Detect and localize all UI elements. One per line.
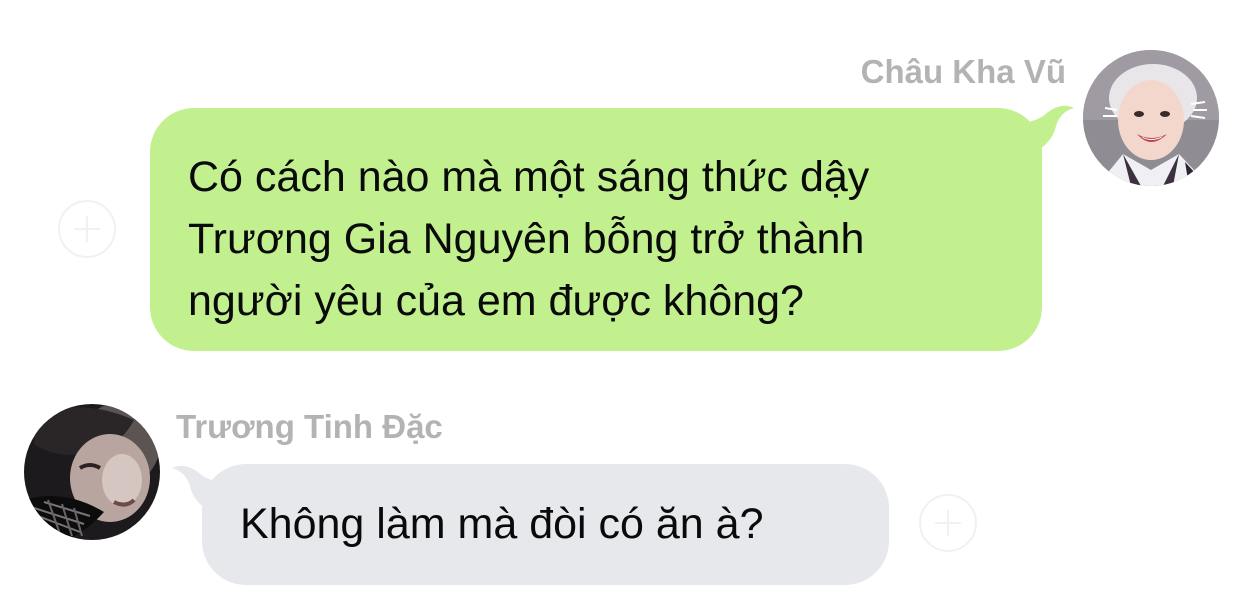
message-line: Không làm mà đòi có ăn à? bbox=[240, 500, 764, 548]
message-line: Trương Gia Nguyên bỗng trở thành bbox=[188, 215, 865, 263]
sender-name-outgoing: Châu Kha Vũ bbox=[860, 53, 1066, 90]
bubble-tail-outgoing bbox=[1004, 105, 1074, 158]
profile-photo-dark-portrait-icon bbox=[24, 404, 160, 540]
add-reaction-button-outgoing[interactable] bbox=[58, 200, 116, 258]
profile-photo-smiling-person-icon bbox=[1083, 50, 1219, 186]
message-line: người yêu của em được không? bbox=[188, 277, 804, 325]
add-reaction-button-incoming[interactable] bbox=[919, 494, 977, 552]
message-line: Có cách nào mà một sáng thức dậy bbox=[188, 153, 870, 201]
avatar-outgoing[interactable] bbox=[1083, 50, 1219, 186]
message-bubble-outgoing[interactable]: Có cách nào mà một sáng thức dậy Trương … bbox=[150, 108, 1042, 351]
avatar-incoming[interactable] bbox=[24, 404, 160, 540]
message-bubble-incoming[interactable]: Không làm mà đòi có ăn à? bbox=[202, 464, 889, 585]
sender-name-incoming: Trương Tinh Đặc bbox=[176, 408, 443, 445]
